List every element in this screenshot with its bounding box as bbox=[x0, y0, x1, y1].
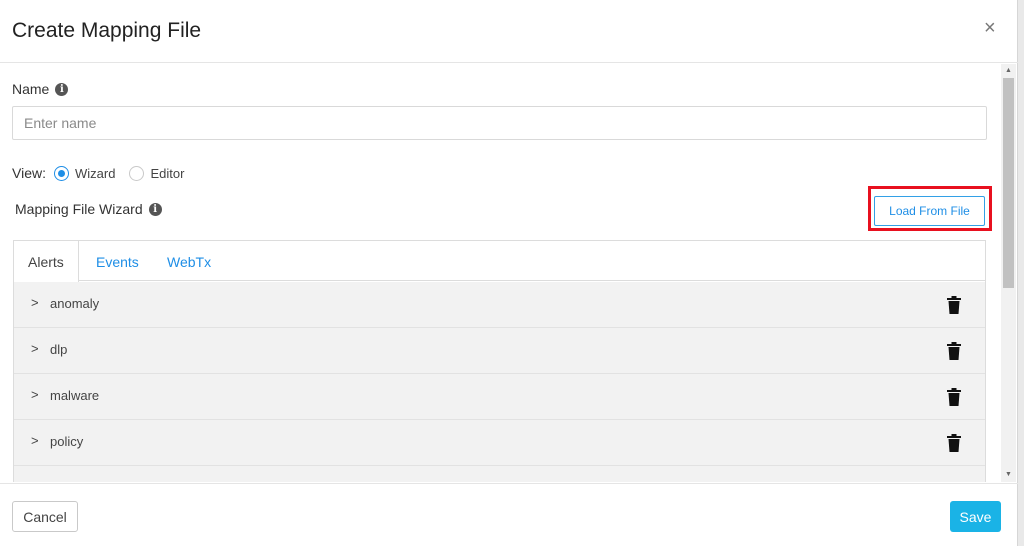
row-label: anomaly bbox=[50, 296, 100, 311]
row-label: dlp bbox=[50, 342, 68, 357]
scroll-thumb[interactable] bbox=[1003, 78, 1014, 288]
modal-title: Create Mapping File bbox=[12, 19, 202, 42]
save-button[interactable]: Save bbox=[950, 501, 1001, 532]
tab-webtx[interactable]: WebTx bbox=[153, 241, 225, 281]
trash-icon[interactable] bbox=[947, 342, 961, 360]
editor-radio-label[interactable]: Editor bbox=[150, 166, 184, 181]
trash-icon[interactable] bbox=[947, 296, 961, 314]
tab-events[interactable]: Events bbox=[82, 241, 153, 281]
close-icon[interactable]: × bbox=[984, 16, 996, 40]
chevron-right-icon[interactable]: > bbox=[31, 433, 39, 448]
wizard-label: Mapping File Wizard bbox=[15, 201, 143, 217]
tabs-panel: Alerts Events WebTx > anomaly > dlp > ma… bbox=[13, 240, 986, 482]
chevron-right-icon[interactable]: > bbox=[31, 387, 39, 402]
list-item[interactable]: > anomaly bbox=[14, 282, 985, 328]
chevron-right-icon[interactable]: > bbox=[31, 341, 39, 356]
wizard-label-row: Mapping File Wizard i bbox=[15, 201, 162, 217]
wizard-radio-label[interactable]: Wizard bbox=[75, 166, 115, 181]
list-item[interactable] bbox=[14, 466, 985, 482]
list-item[interactable]: > malware bbox=[14, 374, 985, 420]
row-label: malware bbox=[50, 388, 100, 403]
trash-icon[interactable] bbox=[947, 434, 961, 452]
view-label: View: bbox=[12, 165, 46, 181]
list-item[interactable]: > dlp bbox=[14, 328, 985, 374]
editor-radio[interactable] bbox=[129, 165, 145, 181]
load-from-file-button[interactable]: Load From File bbox=[874, 196, 985, 226]
trash-icon[interactable] bbox=[947, 388, 961, 406]
modal-body: Name i View: Wizard Editor Mapping File … bbox=[0, 64, 1000, 482]
name-label: Name bbox=[12, 81, 50, 97]
scroll-up-icon[interactable]: ▲ bbox=[1001, 64, 1016, 78]
wizard-radio[interactable] bbox=[53, 165, 69, 181]
scroll-down-icon[interactable]: ▼ bbox=[1001, 468, 1016, 482]
tab-alerts[interactable]: Alerts bbox=[14, 241, 79, 282]
view-selector: View: Wizard Editor bbox=[12, 165, 190, 181]
name-label-row: Name i bbox=[12, 81, 69, 97]
list-item[interactable]: > policy bbox=[14, 420, 985, 466]
modal-footer: Cancel Save bbox=[0, 483, 1018, 546]
create-mapping-file-modal: Create Mapping File × Name i View: Wizar… bbox=[0, 0, 1018, 546]
info-icon[interactable]: i bbox=[55, 82, 69, 96]
window-edge bbox=[1018, 0, 1024, 546]
info-icon[interactable]: i bbox=[148, 202, 162, 216]
tab-bar: Alerts Events WebTx bbox=[14, 241, 985, 282]
row-label: policy bbox=[50, 434, 84, 449]
scrollbar[interactable]: ▲ ▼ bbox=[1001, 64, 1016, 482]
modal-header: Create Mapping File × bbox=[0, 0, 1018, 63]
cancel-button[interactable]: Cancel bbox=[12, 501, 78, 532]
name-input[interactable] bbox=[12, 106, 987, 140]
chevron-right-icon[interactable]: > bbox=[31, 295, 39, 310]
